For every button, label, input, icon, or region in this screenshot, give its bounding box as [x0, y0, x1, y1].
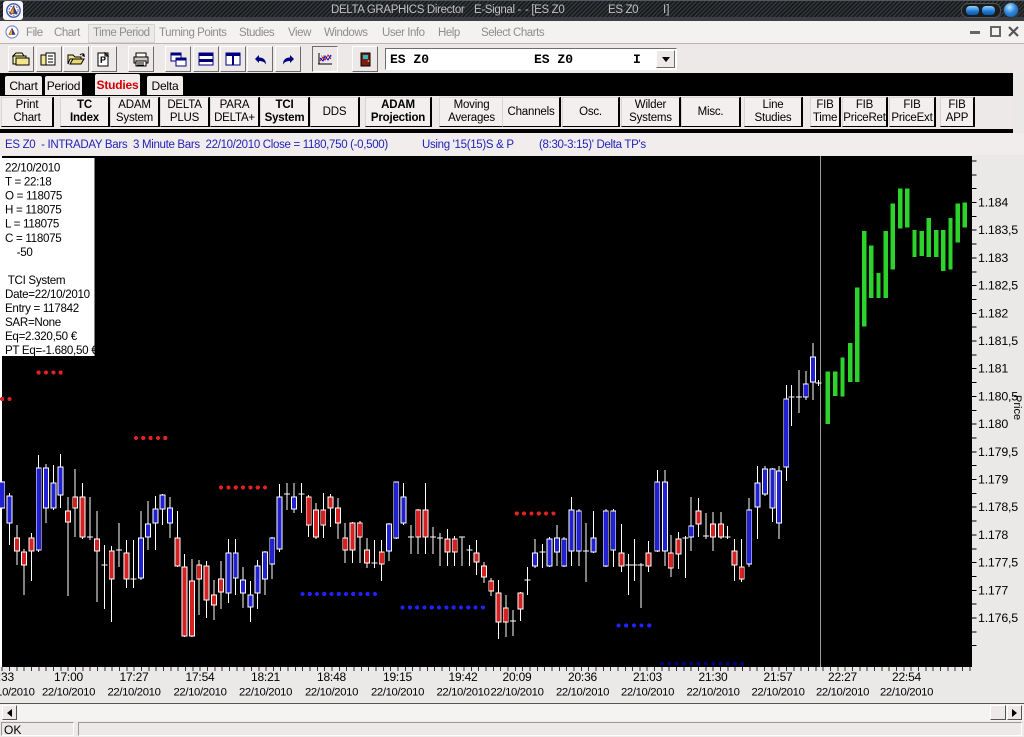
svg-text:PT Eq=-1.680,50 €: PT Eq=-1.680,50 €: [5, 344, 98, 357]
svg-text:1.179,5: 1.179,5: [978, 445, 1018, 459]
svg-text:Price: Price: [1011, 395, 1023, 420]
svg-text:17:27: 17:27: [119, 670, 149, 684]
svg-text:1.184: 1.184: [978, 196, 1008, 210]
svg-text:Date=22/10/2010: Date=22/10/2010: [5, 288, 90, 301]
svg-text:1.178,5: 1.178,5: [978, 500, 1018, 514]
svg-text:20:09: 20:09: [502, 670, 532, 684]
svg-text:19:15: 19:15: [383, 670, 413, 684]
svg-text:1.177,5: 1.177,5: [978, 556, 1018, 570]
svg-text:1.178: 1.178: [978, 528, 1008, 542]
svg-text:22:27: 22:27: [828, 670, 858, 684]
svg-text:SAR=None: SAR=None: [5, 316, 61, 329]
svg-text:22/10/2010: 22/10/2010: [880, 687, 933, 699]
svg-text:22/10/2010: 22/10/2010: [686, 687, 739, 699]
svg-text:1.183: 1.183: [978, 251, 1008, 265]
svg-text:O = 118075: O = 118075: [5, 190, 62, 203]
svg-text:T = 22:18: T = 22:18: [5, 176, 51, 189]
svg-text:1.182,5: 1.182,5: [978, 279, 1018, 293]
svg-text::33: :33: [0, 670, 15, 684]
svg-text:18:21: 18:21: [251, 670, 281, 684]
svg-text:P: P: [100, 55, 106, 65]
svg-text:1.180: 1.180: [978, 417, 1008, 431]
svg-text:-50: -50: [5, 246, 33, 259]
svg-text:17:00: 17:00: [54, 670, 84, 684]
svg-text:1.182: 1.182: [978, 306, 1008, 320]
svg-text:22/10/2010: 22/10/2010: [239, 687, 292, 699]
svg-text:18:48: 18:48: [317, 670, 347, 684]
svg-text:17:54: 17:54: [185, 670, 215, 684]
svg-text:22/10/2010: 22/10/2010: [0, 687, 35, 699]
svg-text:22/10/2010: 22/10/2010: [490, 687, 543, 699]
svg-text:20:36: 20:36: [568, 670, 598, 684]
svg-text:TCI System: TCI System: [5, 274, 65, 287]
svg-text:21:03: 21:03: [633, 670, 663, 684]
svg-text:21:57: 21:57: [763, 670, 793, 684]
svg-text:22/10/2010: 22/10/2010: [751, 687, 804, 699]
svg-text:22/10/2010: 22/10/2010: [305, 687, 358, 699]
svg-text:C = 118075: C = 118075: [5, 232, 61, 245]
svg-text:1.177: 1.177: [978, 583, 1008, 597]
svg-text:Entry = 117842: Entry = 117842: [5, 302, 79, 315]
svg-text:1.181: 1.181: [978, 362, 1008, 376]
svg-text:22/10/2010: 22/10/2010: [5, 162, 60, 175]
svg-text:22/10/2010: 22/10/2010: [436, 687, 489, 699]
svg-text:1.176,5: 1.176,5: [978, 611, 1018, 625]
svg-text:L = 118075: L = 118075: [5, 218, 59, 231]
svg-text:1.183,5: 1.183,5: [978, 223, 1018, 237]
svg-text:22/10/2010: 22/10/2010: [371, 687, 424, 699]
svg-text:22:54: 22:54: [892, 670, 922, 684]
svg-text:22/10/2010: 22/10/2010: [107, 687, 160, 699]
svg-text:22/10/2010: 22/10/2010: [556, 687, 609, 699]
svg-text:21:30: 21:30: [698, 670, 728, 684]
svg-text:Eq=2.320,50 €: Eq=2.320,50 €: [5, 330, 78, 343]
svg-text:1.179: 1.179: [978, 473, 1008, 487]
svg-text:H = 118075: H = 118075: [5, 204, 61, 217]
svg-text:22/10/2010: 22/10/2010: [816, 687, 869, 699]
svg-text:22/10/2010: 22/10/2010: [173, 687, 226, 699]
svg-text:19:42: 19:42: [448, 670, 478, 684]
svg-text:22/10/2010: 22/10/2010: [42, 687, 95, 699]
svg-text:1.181,5: 1.181,5: [978, 334, 1018, 348]
svg-text:22/10/2010: 22/10/2010: [621, 687, 674, 699]
